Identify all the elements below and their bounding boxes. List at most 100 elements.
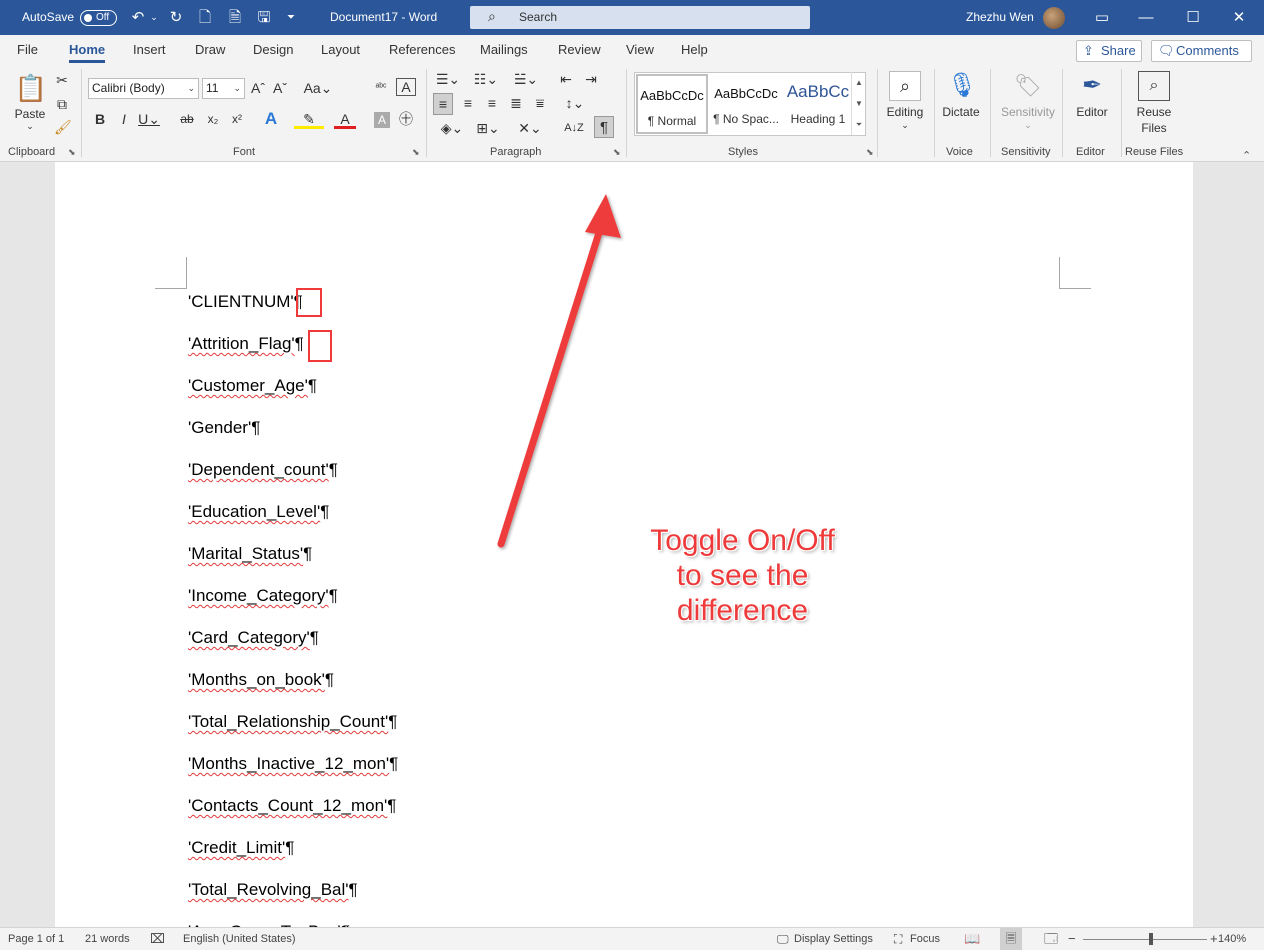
print-layout-icon[interactable]: 🗏 xyxy=(1000,928,1022,950)
bullets-icon[interactable]: ☰⌄ xyxy=(434,69,462,89)
borders-icon[interactable]: ⊞⌄ xyxy=(473,118,503,138)
undo-icon[interactable]: ↶ xyxy=(128,0,148,35)
paragraph-line[interactable]: 'Attrition_Flag'¶ xyxy=(188,333,304,355)
language[interactable]: English (United States) xyxy=(183,928,296,950)
distributed-icon[interactable]: ⩸ xyxy=(530,93,550,113)
focus-mode[interactable]: Focus xyxy=(910,928,940,950)
word-count[interactable]: 21 words xyxy=(85,928,130,950)
asian-layout-icon[interactable]: ✕⌄ xyxy=(512,118,548,138)
grow-font-icon[interactable]: Aˆ xyxy=(248,78,268,98)
avatar[interactable] xyxy=(1043,7,1065,29)
paragraph-launcher-icon[interactable]: ⬊ xyxy=(613,147,621,158)
paragraph-line[interactable]: 'Education_Level'¶ xyxy=(188,501,329,523)
paragraph-line[interactable]: 'Total_Relationship_Count'¶ xyxy=(188,711,397,733)
bold-icon[interactable]: B xyxy=(92,109,108,129)
paragraph-line[interactable]: 'Credit_Limit'¶ xyxy=(188,837,294,859)
styles-launcher-icon[interactable]: ⬊ xyxy=(866,147,874,158)
justify-icon[interactable]: ≣ xyxy=(506,93,526,113)
enclose-characters-icon[interactable]: ㊉ xyxy=(396,109,416,129)
comments-button[interactable]: 🗨 Comments xyxy=(1151,40,1252,62)
autosave-toggle[interactable]: Off xyxy=(80,10,117,26)
shading-icon[interactable]: ◈⌄ xyxy=(437,118,467,138)
zoom-out-icon[interactable]: − xyxy=(1068,928,1076,950)
clipboard-launcher-icon[interactable]: ⬊ xyxy=(68,147,76,158)
font-color-icon[interactable]: A xyxy=(334,109,356,129)
paragraph-line[interactable]: 'Contacts_Count_12_mon'¶ xyxy=(188,795,396,817)
italic-icon[interactable]: I xyxy=(116,109,132,129)
paragraph-line[interactable]: 'Dependent_count'¶ xyxy=(188,459,338,481)
minimize-icon[interactable]: — xyxy=(1135,0,1157,35)
gallery-scroll-up-icon[interactable]: ▲ xyxy=(851,72,866,93)
tab-file[interactable]: File xyxy=(17,35,38,65)
character-border-icon[interactable]: A xyxy=(396,78,416,96)
change-case-icon[interactable]: Aa⌄ xyxy=(303,78,333,98)
highlight-color-icon[interactable]: ✎ xyxy=(294,109,324,129)
decrease-indent-icon[interactable]: ⇤ xyxy=(557,69,575,89)
increase-indent-icon[interactable]: ⇥ xyxy=(582,69,600,89)
sort-icon[interactable]: A↓Z xyxy=(563,118,585,138)
tab-layout[interactable]: Layout xyxy=(321,35,360,65)
strikethrough-icon[interactable]: ab xyxy=(176,109,198,129)
paragraph-line[interactable]: 'Months_on_book'¶ xyxy=(188,669,334,691)
zoom-slider[interactable] xyxy=(1083,939,1207,940)
paragraph-line[interactable]: 'CLIENTNUM'¶ xyxy=(188,291,303,313)
show-formatting-marks-icon[interactable]: ¶ xyxy=(594,116,614,138)
font-launcher-icon[interactable]: ⬊ xyxy=(412,147,420,158)
text-effects-icon[interactable]: A xyxy=(256,109,286,129)
maximize-icon[interactable]: ☐ xyxy=(1182,0,1204,35)
paragraph-line[interactable]: 'Marital_Status'¶ xyxy=(188,543,312,565)
tab-draw[interactable]: Draw xyxy=(195,35,225,65)
align-left-icon[interactable]: ≡ xyxy=(433,93,453,115)
style-no-spacing[interactable]: AaBbCcDc ¶ No Spac... xyxy=(710,74,782,134)
save-icon[interactable]: 🖫 xyxy=(254,0,274,35)
search-input[interactable]: ⌕ Search xyxy=(470,6,810,29)
paragraph-line[interactable]: 'Gender'¶ xyxy=(188,417,260,439)
tab-references[interactable]: References xyxy=(389,35,455,65)
tab-design[interactable]: Design xyxy=(253,35,293,65)
character-shading-icon[interactable]: A xyxy=(374,112,390,128)
tab-view[interactable]: View xyxy=(626,35,654,65)
tab-home[interactable]: Home xyxy=(69,35,106,65)
numbering-icon[interactable]: ☷⌄ xyxy=(472,69,500,89)
proofing-icon[interactable]: ⌧ xyxy=(150,928,165,950)
paragraph-line[interactable]: 'Customer_Age'¶ xyxy=(188,375,317,397)
zoom-slider-thumb[interactable] xyxy=(1149,933,1154,945)
close-icon[interactable]: ✕ xyxy=(1228,0,1250,35)
tab-help[interactable]: Help xyxy=(681,35,708,65)
style-heading-1[interactable]: AaBbCc Heading 1 xyxy=(782,74,854,134)
style-normal[interactable]: AaBbCcDc ¶ Normal xyxy=(636,74,708,134)
tab-insert[interactable]: Insert xyxy=(133,35,166,65)
paragraph-line[interactable]: 'Income_Category'¶ xyxy=(188,585,338,607)
read-mode-icon[interactable]: 📖 xyxy=(964,928,980,950)
font-name-combo[interactable]: Calibri (Body) ⌄ xyxy=(88,78,199,99)
format-painter-icon[interactable]: 🖌 xyxy=(54,117,72,137)
align-right-icon[interactable]: ≡ xyxy=(482,93,502,113)
shrink-font-icon[interactable]: Aˇ xyxy=(270,78,290,98)
collapse-ribbon-icon[interactable]: ⌃ xyxy=(1242,149,1251,162)
paragraph-line[interactable]: 'Months_Inactive_12_mon'¶ xyxy=(188,753,398,775)
print-preview-icon[interactable]: 🗎 xyxy=(226,0,244,35)
display-settings[interactable]: Display Settings xyxy=(794,928,873,950)
line-spacing-icon[interactable]: ↕⌄ xyxy=(560,93,590,113)
redo-icon[interactable]: ↻ xyxy=(166,0,186,35)
gallery-scroll-down-icon[interactable]: ▼ xyxy=(851,93,866,114)
cut-icon[interactable]: ✂ xyxy=(54,70,70,90)
tab-mailings[interactable]: Mailings xyxy=(480,35,528,65)
ribbon-display-options-icon[interactable]: ▭ xyxy=(1091,0,1113,35)
clear-formatting-icon[interactable]: ᵃᵇᶜ xyxy=(370,78,392,98)
multilevel-list-icon[interactable]: ☱⌄ xyxy=(510,69,542,89)
zoom-level[interactable]: 140% xyxy=(1218,928,1246,950)
gallery-more-icon[interactable]: ⏷ xyxy=(851,114,866,135)
align-center-icon[interactable]: ≡ xyxy=(458,93,478,113)
paragraph-line[interactable]: 'Card_Category'¶ xyxy=(188,627,319,649)
subscript-icon[interactable]: x₂ xyxy=(204,109,222,129)
paragraph-line[interactable]: 'Total_Revolving_Bal'¶ xyxy=(188,879,358,901)
undo-dropdown-icon[interactable]: ⌄ xyxy=(148,0,160,35)
superscript-icon[interactable]: x² xyxy=(228,109,246,129)
customize-toolbar-icon[interactable]: ⏷ xyxy=(284,0,298,35)
zoom-in-icon[interactable]: + xyxy=(1210,928,1218,950)
underline-icon[interactable]: U⌄ xyxy=(138,109,160,129)
new-document-icon[interactable]: 🗋 xyxy=(196,0,214,35)
tab-review[interactable]: Review xyxy=(558,35,601,65)
web-layout-icon[interactable]: 🗔 xyxy=(1044,928,1058,950)
